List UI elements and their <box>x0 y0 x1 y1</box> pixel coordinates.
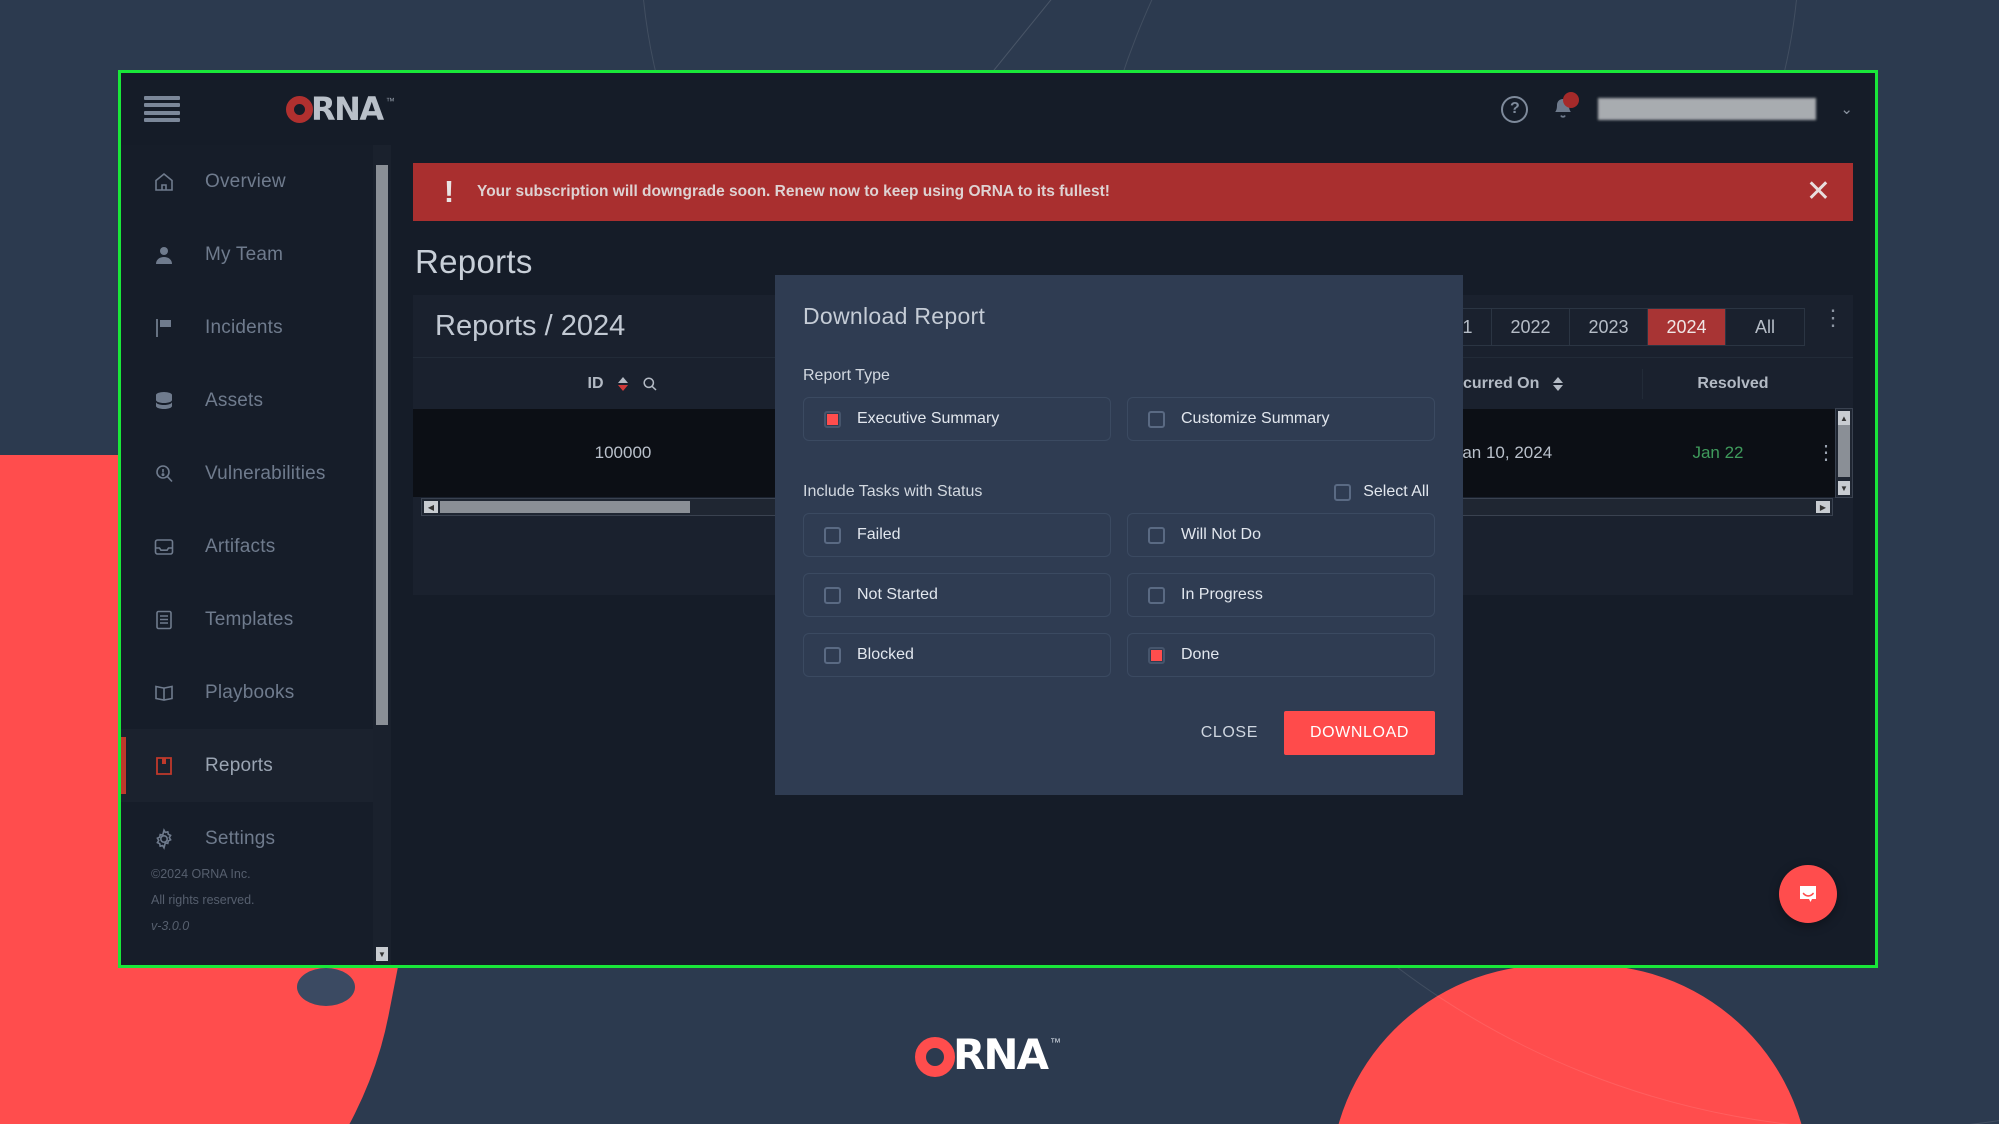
checkbox-blocked[interactable] <box>824 646 841 664</box>
select-all-label: Select All <box>1363 483 1429 500</box>
option-customize-summary[interactable]: Customize Summary <box>1127 397 1435 441</box>
select-all-toggle[interactable]: Select All <box>1334 483 1435 501</box>
option-label: Customize Summary <box>1181 410 1330 427</box>
option-label: Done <box>1181 646 1220 663</box>
checkbox-customize-summary[interactable] <box>1148 410 1165 428</box>
download-report-modal: Download Report Report Type Executive Su… <box>775 275 1463 795</box>
report-type-label: Report Type <box>803 367 890 384</box>
status-section-header: Include Tasks with Status Select All <box>803 483 1435 501</box>
download-button[interactable]: DOWNLOAD <box>1283 711 1435 755</box>
option-failed[interactable]: Failed <box>803 513 1111 557</box>
option-label: Will Not Do <box>1181 526 1262 543</box>
modal-actions: CLOSE DOWNLOAD <box>803 711 1435 755</box>
background-oval <box>297 968 355 1006</box>
app-window: RNA ™ ? ⌄ Overview My Team Incidents Ass… <box>118 70 1878 968</box>
option-label: Failed <box>857 526 901 543</box>
option-executive-summary[interactable]: Executive Summary <box>803 397 1111 441</box>
option-in-progress[interactable]: In Progress <box>1127 573 1435 617</box>
orna-footer-logo-text: RNA <box>953 1030 1049 1079</box>
report-type-options: Executive Summary Customize Summary <box>803 397 1435 441</box>
option-blocked[interactable]: Blocked <box>803 633 1111 677</box>
option-label: Executive Summary <box>857 410 1000 427</box>
modal-title: Download Report <box>803 303 986 329</box>
orna-footer-logo-tm: ™ <box>1050 1037 1061 1049</box>
option-done[interactable]: Done <box>1127 633 1435 677</box>
checkbox-failed[interactable] <box>824 526 841 544</box>
orna-footer-logo: RNA ™ <box>915 1030 1061 1079</box>
checkbox-in-progress[interactable] <box>1148 586 1165 604</box>
checkbox-executive-summary[interactable] <box>824 410 841 428</box>
checkbox-will-not-do[interactable] <box>1148 526 1165 544</box>
orna-logo-o-icon <box>915 1037 955 1077</box>
include-tasks-label: Include Tasks with Status <box>803 483 983 500</box>
option-label: Blocked <box>857 646 914 663</box>
checkbox-done[interactable] <box>1148 646 1165 664</box>
modal-backdrop: Download Report Report Type Executive Su… <box>121 73 1875 965</box>
option-will-not-do[interactable]: Will Not Do <box>1127 513 1435 557</box>
option-label: Not Started <box>857 586 938 603</box>
close-button[interactable]: CLOSE <box>1201 724 1258 742</box>
option-label: In Progress <box>1181 586 1263 603</box>
status-options: Failed Will Not Do Not Started In Progre… <box>803 513 1435 677</box>
checkbox-not-started[interactable] <box>824 586 841 604</box>
checkbox-select-all[interactable] <box>1334 483 1352 501</box>
option-not-started[interactable]: Not Started <box>803 573 1111 617</box>
